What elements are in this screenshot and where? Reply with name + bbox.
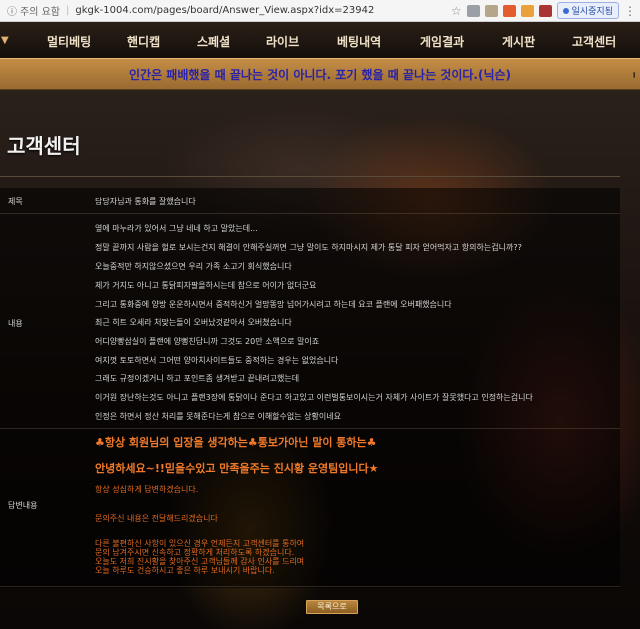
nav-item-customer-center[interactable]: 고객센터 [572,33,616,50]
content-line: 인정은 하면서 정산 처리를 못해준다는게 참으로 이해할수없는 상황이네요 [95,412,341,421]
security-warning[interactable]: 주의 요함 [20,3,60,18]
content-line: 제가 거지도 아니고 통닭피자팔을하시는데 참으로 어이가 없더군요 [95,281,317,290]
browser-menu-icon[interactable]: ⋮ [624,4,636,18]
row-divider [0,428,620,429]
subject-value: 담당자님과 통화를 잘했습니다 [95,197,196,206]
content-line: 오늘중적만 하지않으셨으면 우리 가족 소고기 회식했습니다 [95,262,292,271]
answer-headline: 안녕하세요~!!믿을수있고 만족을주는 진시황 운영팀입니다★ [95,462,379,475]
nav-item-game-results[interactable]: 게임결과 [420,33,464,50]
extension-icon[interactable] [466,4,480,17]
content-line: 그리고 통화중에 양방 운운하시면서 중적하신거 얼망똥망 넘어가시려고 하는데… [95,300,452,309]
answer-line: 문의주신 내용은 전달해드리겠습니다 [95,514,218,523]
url-text[interactable]: gkgk-1004.com/pages/board/Answer_View.as… [75,5,374,16]
banner-quote: 인간은 패배했을 때 끝나는 것이 아니다. 포기 했을 때 끝나는 것이다.(… [128,67,512,82]
subject-label: 제목 [8,197,23,206]
row-divider [0,213,620,214]
row-divider [0,586,620,587]
nav-item-multibet[interactable]: 멀티베팅 [47,33,91,50]
bookmark-star-icon[interactable]: ☆ [451,4,462,18]
extension-icon[interactable] [538,4,552,17]
content-line: 최근 히트 오세라 처맞는돌이 오버났것같아서 오버쳤습니다 [95,318,292,327]
page-title: 고객센터 [7,134,81,158]
content-line: 옆에 마누라가 있어서 그냥 네네 하고 말았는데... [95,224,258,233]
extension-icon[interactable] [484,4,498,17]
address-bar[interactable]: ⓘ 주의 요함 | gkgk-1004.com/pages/board/Answ… [0,0,640,22]
banner-edge-mark: ᅵ [626,73,636,84]
profile-dot-icon [562,7,569,14]
info-icon[interactable]: ⓘ [4,3,20,18]
back-to-list-button[interactable]: 목록으로 [306,600,358,614]
nav-arrow-icon[interactable]: ▼ [1,35,11,46]
content-line: 이거원 장난하는것도 아니고 플랜3장에 통닭이나 준다고 하고있고 이런벌통보… [95,393,533,402]
notice-banner: 인간은 패배했을 때 끝나는 것이 아니다. 포기 했을 때 끝나는 것이다.(… [0,58,640,90]
answer-label: 답변내용 [8,501,38,510]
answer-headline: ♣항상 회원님의 입장을 생각하는♣통보가아닌 말이 통하는♣ [95,436,377,449]
sync-paused-button[interactable]: 일시중지됨 [556,2,619,19]
separator: | [65,5,70,16]
divider [0,176,620,177]
content-line: 여지껏 토토하면서 그어떤 양아치사이트들도 중적하는 경우는 없었습니다 [95,356,339,365]
nav-item-handicap[interactable]: 핸디캡 [127,33,160,50]
content-line: 정말 끝까지 사람을 헐로 보시는건지 해결이 안해주실꺼면 그냥 말이도 하지… [95,243,522,252]
content-label: 내용 [8,319,23,328]
nav-item-board[interactable]: 게시판 [502,33,535,50]
extension-icon[interactable] [520,4,534,17]
main-nav: ▼ 멀티베팅 핸디캡 스페셜 라이브 베팅내역 게임결과 게시판 고객센터 [0,22,640,58]
answer-line: 항상 성심하게 답변하겠습니다. [95,485,199,494]
content-line: 그래도 규정이겠거니 하고 포인트좀 생겨받고 끝내려고했는데 [95,374,300,383]
nav-item-special[interactable]: 스페셜 [197,33,230,50]
nav-item-bet-history[interactable]: 베팅내역 [337,33,381,50]
answer-line: 오늘 하루도 건승하시고 좋은 하루 보내시기 바랍니다. [95,566,275,575]
extension-icon[interactable] [502,4,516,17]
sync-paused-label: 일시중지됨 [571,7,613,17]
nav-item-live[interactable]: 라이브 [266,33,299,50]
content-line: 어디양빵삼실이 플랜에 양뻥친답니까 그것도 20만 소액으로 말이죠 [95,337,320,346]
